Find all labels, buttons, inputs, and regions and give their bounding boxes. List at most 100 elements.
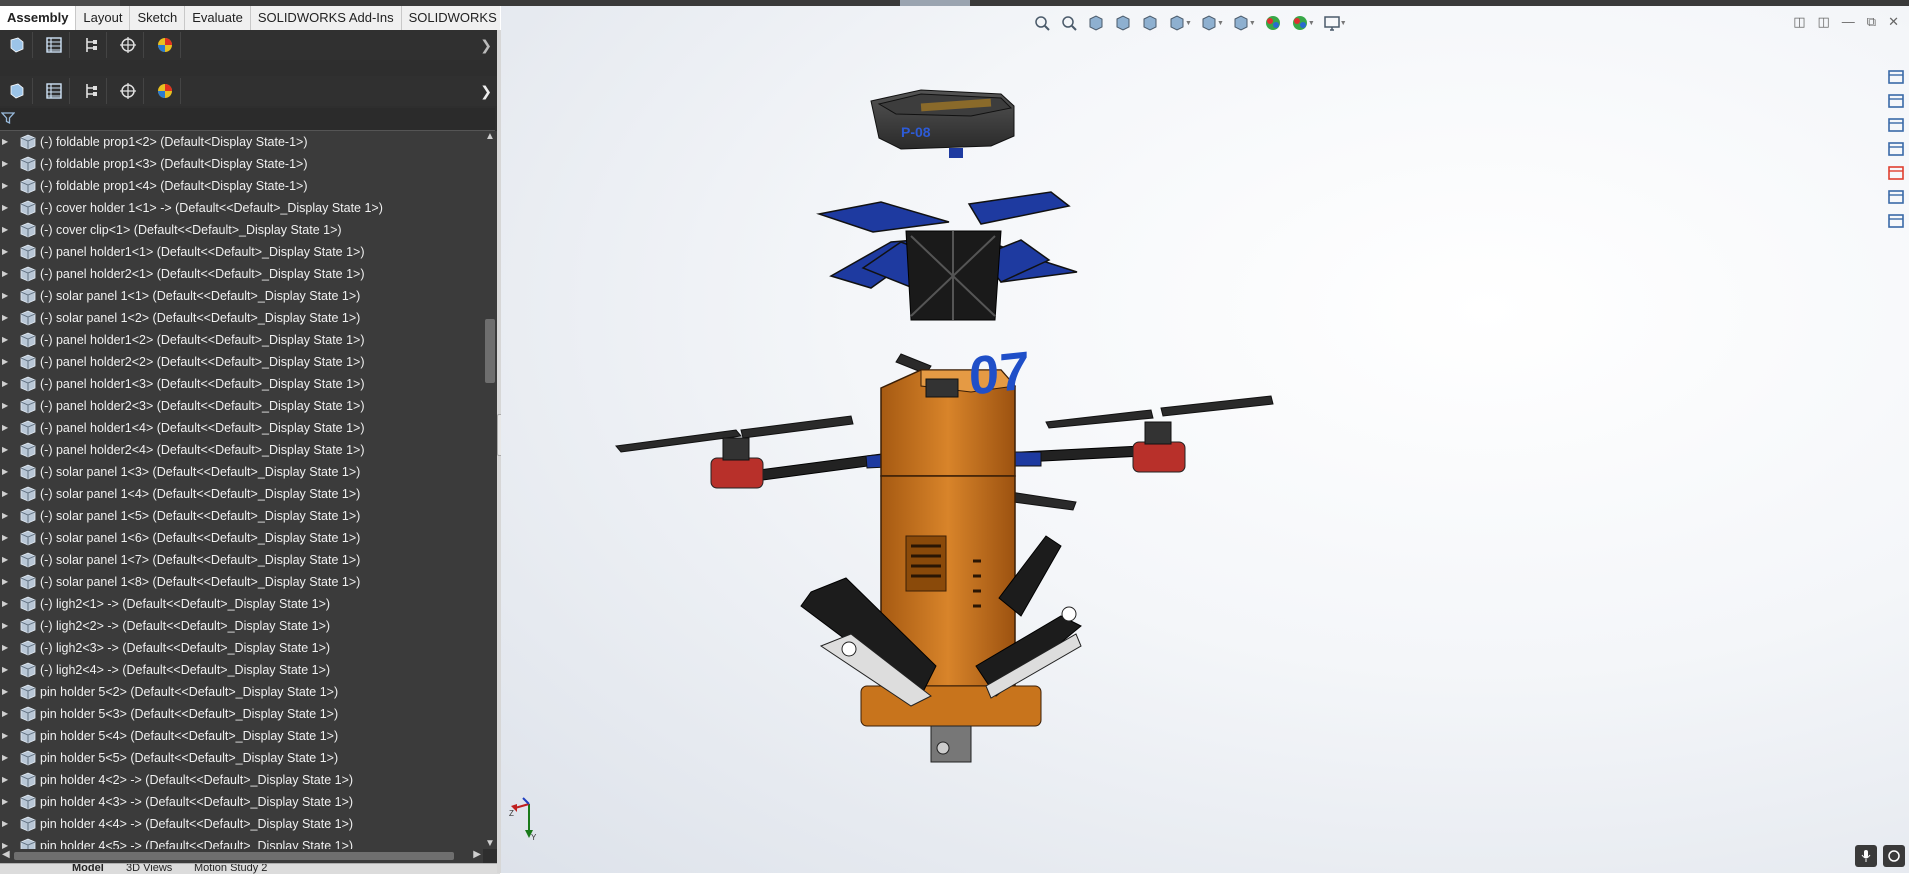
tree-item[interactable]: ▶ pin holder 5<4> (Default<<Default>_Disp… [0, 725, 483, 747]
tree-item[interactable]: ▶ (-) solar panel 1<1> (Default<<Default>… [0, 285, 483, 307]
tab-solidworks-add-ins[interactable]: SOLIDWORKS Add-Ins [251, 6, 402, 30]
expand-caret-icon[interactable]: ▶ [2, 153, 8, 175]
expand-caret-icon[interactable]: ▶ [2, 219, 8, 241]
tree-item[interactable]: ▶ (-) panel holder1<4> (Default<<Default>… [0, 417, 483, 439]
dropdown-arrow-icon[interactable]: ▼ [1308, 20, 1315, 27]
expand-caret-icon[interactable]: ▶ [2, 483, 8, 505]
expand-caret-icon[interactable]: ▶ [2, 395, 8, 417]
zoom-to-fit-icon[interactable] [1031, 12, 1053, 34]
tree-item[interactable]: ▶ (-) solar panel 1<7> (Default<<Default>… [0, 549, 483, 571]
tree-item[interactable]: ▶ (-) solar panel 1<5> (Default<<Default>… [0, 505, 483, 527]
scrollbar-thumb[interactable] [485, 319, 495, 383]
expand-caret-icon[interactable]: ▶ [2, 813, 8, 835]
tree-item[interactable]: ▶ (-) solar panel 1<8> (Default<<Default>… [0, 571, 483, 593]
tree-item[interactable]: ▶ (-) cover holder 1<1> -> (Default<<Defa… [0, 197, 483, 219]
minimize-icon[interactable]: — [1842, 14, 1855, 30]
tree-item[interactable]: ▶ (-) panel holder2<1> (Default<<Default>… [0, 263, 483, 285]
tile-right-icon[interactable]: ◫ [1818, 14, 1830, 30]
home-icon[interactable] [1885, 66, 1907, 88]
rotate-view-button[interactable] [1883, 845, 1905, 867]
tree-item[interactable]: ▶ (-) foldable prop1<4> (Default<Display … [0, 175, 483, 197]
dropdown-arrow-icon[interactable]: ▼ [1340, 20, 1347, 27]
tree-horizontal-scrollbar[interactable]: ◀ ▶ [0, 849, 483, 863]
tree-item[interactable]: ▶ (-) solar panel 1<3> (Default<<Default>… [0, 461, 483, 483]
expand-caret-icon[interactable]: ▶ [2, 615, 8, 637]
expand-caret-icon[interactable]: ▶ [2, 769, 8, 791]
featuremanager-tree-icon[interactable] [2, 78, 33, 104]
expand-caret-icon[interactable]: ▶ [2, 505, 8, 527]
zoom-to-area-icon[interactable] [1058, 12, 1080, 34]
tab-sketch[interactable]: Sketch [130, 6, 186, 30]
displaymanager-icon[interactable] [150, 32, 181, 58]
expand-caret-icon[interactable]: ▶ [2, 263, 8, 285]
tab-layout[interactable]: Layout [76, 6, 131, 30]
drone-assembly-model[interactable]: P-08 07 [501, 6, 1909, 873]
expand-caret-icon[interactable]: ▶ [2, 373, 8, 395]
expand-caret-icon[interactable]: ▶ [2, 329, 8, 351]
tree-item[interactable]: ▶ (-) foldable prop1<2> (Default<Display … [0, 131, 483, 153]
expand-caret-icon[interactable]: ▶ [2, 725, 8, 747]
tree-item[interactable]: ▶ (-) foldable prop1<3> (Default<Display … [0, 153, 483, 175]
expand-caret-icon[interactable]: ▶ [2, 285, 8, 307]
dropdown-arrow-icon[interactable]: ▼ [1217, 20, 1224, 27]
tile-left-icon[interactable]: ◫ [1793, 14, 1805, 30]
microphone-button[interactable] [1855, 845, 1877, 867]
filter-icon[interactable] [1, 111, 15, 125]
expand-caret-icon[interactable]: ▶ [2, 703, 8, 725]
tree-item[interactable]: ▶ (-) solar panel 1<6> (Default<<Default>… [0, 527, 483, 549]
expand-caret-icon[interactable]: ▶ [2, 681, 8, 703]
tree-filter-bar[interactable] [0, 108, 495, 131]
chevron-right-icon[interactable]: ❯ [480, 37, 492, 54]
expand-caret-icon[interactable]: ▶ [2, 241, 8, 263]
tree-item[interactable]: ▶ pin holder 5<3> (Default<<Default>_Disp… [0, 703, 483, 725]
configurationmanager-icon[interactable] [76, 32, 107, 58]
expand-caret-icon[interactable]: ▶ [2, 593, 8, 615]
tab-3d-views[interactable]: 3D Views [126, 864, 172, 874]
previous-view-icon[interactable] [1085, 12, 1107, 34]
dimxpertmanager-icon[interactable] [113, 32, 144, 58]
tree-item[interactable]: ▶ (-) cover clip<1> (Default<<Default>_Di… [0, 219, 483, 241]
tree-item[interactable]: ▶ (-) ligh2<3> -> (Default<<Default>_Disp… [0, 637, 483, 659]
solidworks-resources-icon[interactable] [1885, 210, 1907, 232]
tree-item[interactable]: ▶ (-) ligh2<1> -> (Default<<Default>_Disp… [0, 593, 483, 615]
close-icon[interactable]: ✕ [1888, 14, 1899, 30]
tree-item[interactable]: ▶ (-) panel holder1<3> (Default<<Default>… [0, 373, 483, 395]
expand-caret-icon[interactable]: ▶ [2, 461, 8, 483]
tree-item[interactable]: ▶ (-) ligh2<4> -> (Default<<Default>_Disp… [0, 659, 483, 681]
propertymanager-icon[interactable] [39, 32, 70, 58]
configurationmanager-icon[interactable] [76, 78, 107, 104]
tree-item[interactable]: ▶ pin holder 5<2> (Default<<Default>_Disp… [0, 681, 483, 703]
dimxpertmanager-icon[interactable] [113, 78, 144, 104]
tree-item[interactable]: ▶ pin holder 5<5> (Default<<Default>_Disp… [0, 747, 483, 769]
tree-vertical-scrollbar[interactable]: ▲ ▼ [483, 131, 497, 849]
expand-caret-icon[interactable]: ▶ [2, 307, 8, 329]
view-palette-icon[interactable] [1885, 138, 1907, 160]
tree-item[interactable]: ▶ (-) panel holder1<2> (Default<<Default>… [0, 329, 483, 351]
expand-caret-icon[interactable]: ▶ [2, 417, 8, 439]
tree-item[interactable]: ▶ pin holder 4<4> -> (Default<<Default>_D… [0, 813, 483, 835]
dropdown-arrow-icon[interactable]: ▼ [1249, 20, 1256, 27]
edit-appearance-icon[interactable] [1262, 12, 1284, 34]
expand-caret-icon[interactable]: ▶ [2, 131, 8, 153]
expand-caret-icon[interactable]: ▶ [2, 351, 8, 373]
custom-properties-icon[interactable] [1885, 186, 1907, 208]
displaymanager-icon[interactable] [150, 78, 181, 104]
tab-model[interactable]: Model [72, 864, 104, 874]
expand-caret-icon[interactable]: ▶ [2, 439, 8, 461]
scrollbar-thumb-horizontal[interactable] [14, 852, 454, 860]
file-explorer-icon[interactable] [1885, 114, 1907, 136]
expand-caret-icon[interactable]: ▶ [2, 659, 8, 681]
tree-item[interactable]: ▶ (-) ligh2<2> -> (Default<<Default>_Disp… [0, 615, 483, 637]
tree-item[interactable]: ▶ (-) solar panel 1<4> (Default<<Default>… [0, 483, 483, 505]
expand-caret-icon[interactable]: ▶ [2, 527, 8, 549]
tree-item[interactable]: ▶ (-) solar panel 1<2> (Default<<Default>… [0, 307, 483, 329]
featuremanager-tree-icon[interactable] [2, 32, 33, 58]
dropdown-arrow-icon[interactable]: ▼ [1185, 20, 1192, 27]
tree-item[interactable]: ▶ pin holder 4<3> -> (Default<<Default>_D… [0, 791, 483, 813]
expand-caret-icon[interactable]: ▶ [2, 747, 8, 769]
expand-caret-icon[interactable]: ▶ [2, 549, 8, 571]
tree-item[interactable]: ▶ (-) panel holder2<2> (Default<<Default>… [0, 351, 483, 373]
dynamic-annotation-icon[interactable] [1139, 12, 1161, 34]
tab-assembly[interactable]: Assembly [0, 6, 77, 30]
expand-panel-icon[interactable]: ❯ [480, 83, 492, 100]
